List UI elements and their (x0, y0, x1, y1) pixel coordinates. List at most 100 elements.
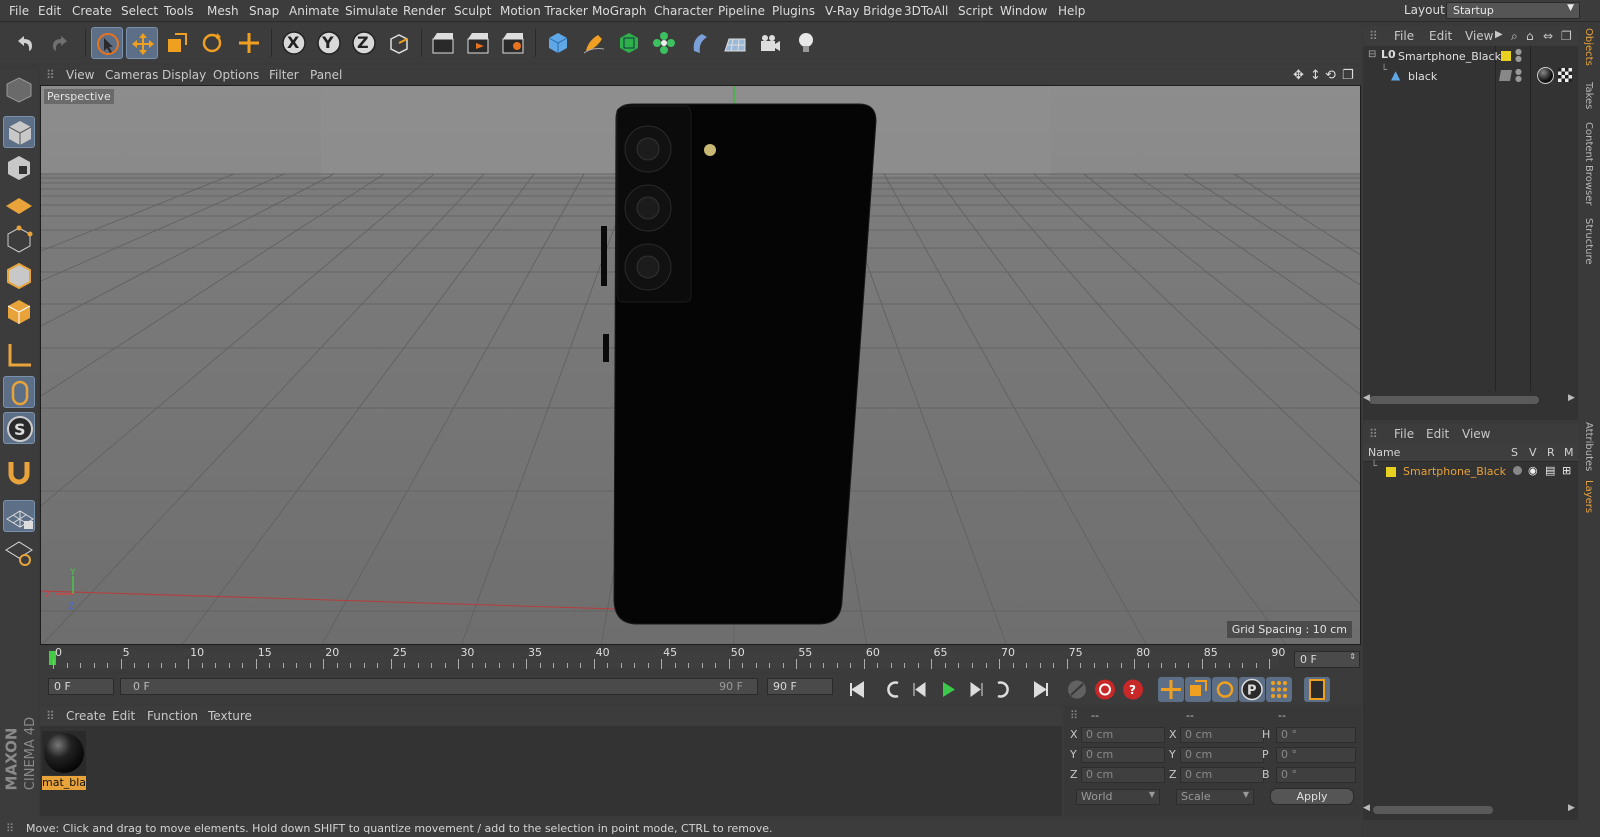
object-menu-view[interactable]: View (1465, 29, 1493, 43)
coord-mode-select[interactable]: Scale ▼ (1176, 789, 1254, 805)
snap-button[interactable]: S (3, 412, 35, 444)
viewport-menu-options[interactable]: Options (213, 68, 259, 82)
object-menu-edit[interactable]: Edit (1429, 29, 1452, 43)
menu-snap[interactable]: Snap (249, 4, 279, 18)
recent-tool-button[interactable] (233, 27, 265, 59)
layer-hscrollbar[interactable] (1373, 806, 1493, 814)
coordinate-system-button[interactable] (383, 27, 415, 59)
cloner-button[interactable] (648, 27, 680, 59)
menu-motion-tracker[interactable]: Motion Tracker (500, 4, 588, 18)
next-key-button[interactable] (990, 677, 1016, 702)
menu-edit[interactable]: Edit (38, 4, 61, 18)
menu-file[interactable]: File (9, 4, 29, 18)
rot-p-field[interactable]: 0 ° (1276, 747, 1356, 763)
deformer-button[interactable] (684, 27, 716, 59)
eye-icon[interactable]: ◉ (1528, 464, 1538, 477)
size-z-field[interactable]: 0 cm (1180, 767, 1264, 783)
viewport-move-icon[interactable]: ✥ (1293, 68, 1304, 83)
menu-simulate[interactable]: Simulate (345, 4, 398, 18)
smartphone-model[interactable] (601, 103, 877, 625)
visibility-dots-icon[interactable]: ● ● (1515, 68, 1522, 83)
undo-button[interactable] (8, 27, 40, 59)
key-pla-button[interactable] (1266, 677, 1292, 702)
next-frame-button[interactable] (962, 677, 988, 702)
pen-spline-button[interactable] (578, 27, 610, 59)
col-manager[interactable]: M (1564, 446, 1574, 459)
panel-grip-icon[interactable]: ⠿ (1070, 709, 1078, 722)
col-solo[interactable]: S (1511, 446, 1518, 459)
scroll-left-icon[interactable]: ◀ (1363, 803, 1370, 813)
3d-viewport[interactable]: Y X Z Perspective Grid Spacing : 10 cm (40, 85, 1361, 645)
render-picture-viewer-button[interactable] (462, 27, 494, 59)
menu-help[interactable]: Help (1058, 4, 1085, 18)
menu-window[interactable]: Window (1000, 4, 1047, 18)
tab-objects[interactable]: Objects (1583, 28, 1594, 66)
viewport-rotate-icon[interactable]: ⟲ (1325, 68, 1336, 83)
object-row-smartphone[interactable]: ⊟ L0 Smartphone_Black ● ● (1363, 48, 1578, 66)
subdivision-button[interactable] (613, 27, 645, 59)
layer-color-swatch[interactable] (1386, 467, 1396, 477)
menu-plugins[interactable]: Plugins (772, 4, 815, 18)
tweak-mode-button[interactable] (3, 376, 35, 408)
rot-h-field[interactable]: 0 ° (1276, 727, 1356, 743)
workplane-lock-button[interactable] (3, 500, 35, 532)
pos-y-field[interactable]: 0 cm (1081, 747, 1165, 763)
redo-button[interactable] (45, 27, 77, 59)
camera-label[interactable]: Perspective (44, 89, 114, 104)
timeline-window-button[interactable] (1304, 677, 1330, 702)
viewport-menu-filter[interactable]: Filter (269, 68, 299, 82)
phong-tag-icon[interactable] (1499, 70, 1512, 81)
end-frame-field[interactable]: 90 F (767, 678, 833, 695)
menu-pipeline[interactable]: Pipeline (718, 4, 765, 18)
rotate-tool-button[interactable] (196, 27, 228, 59)
workplane-rotate-button[interactable] (3, 536, 35, 568)
layout-select[interactable]: Startup ▼ (1446, 2, 1580, 19)
layer-menu-file[interactable]: File (1394, 427, 1414, 441)
record-button[interactable] (1092, 677, 1118, 702)
home-icon[interactable]: ⌂ (1526, 29, 1534, 43)
cube-button[interactable] (542, 27, 574, 59)
back-forward-icon[interactable]: ⇔ (1543, 29, 1553, 43)
z-axis-lock-button[interactable]: Z (348, 27, 380, 59)
object-row-black[interactable]: └ ▲ black ● ● (1363, 65, 1578, 86)
menu-vray-bridge[interactable]: V-Ray Bridge (825, 4, 902, 18)
viewport-maximize-icon[interactable]: ❐ (1342, 68, 1354, 83)
material-menu-function[interactable]: Function (147, 709, 198, 723)
points-mode-button[interactable] (3, 224, 35, 256)
solo-toggle-icon[interactable] (1513, 466, 1522, 475)
pos-z-field[interactable]: 0 cm (1081, 767, 1165, 783)
coord-space-select[interactable]: World ▼ (1076, 789, 1160, 805)
visibility-dots-icon[interactable]: ● ● (1515, 48, 1522, 63)
tab-attributes[interactable]: Attributes (1583, 422, 1594, 471)
workplane-mode-button[interactable] (3, 188, 35, 220)
menu-select[interactable]: Select (121, 4, 158, 18)
start-frame-field[interactable]: 0 F (48, 678, 114, 695)
pos-x-field[interactable]: 0 cm (1081, 727, 1165, 743)
tab-takes[interactable]: Takes (1583, 82, 1594, 109)
play-button[interactable] (935, 677, 961, 702)
panel-grip-icon[interactable]: ⠿ (1369, 29, 1378, 43)
layer-menu-view[interactable]: View (1462, 427, 1490, 441)
render-view-button[interactable] (427, 27, 459, 59)
viewport-zoom-icon[interactable]: ↕ (1310, 68, 1321, 83)
key-scale-button[interactable] (1185, 677, 1211, 702)
menu-tools[interactable]: Tools (164, 4, 194, 18)
menu-script[interactable]: Script (958, 4, 993, 18)
menu-3dtoall[interactable]: 3DToAll (904, 4, 948, 18)
y-axis-lock-button[interactable]: Y (313, 27, 345, 59)
scroll-right-icon[interactable]: ▶ (1568, 803, 1575, 813)
viewport-menu-display[interactable]: Display (162, 68, 206, 82)
record-off-button[interactable] (1064, 677, 1090, 702)
manager-icon[interactable]: ⊞ (1562, 464, 1571, 477)
light-button[interactable] (790, 27, 822, 59)
autokey-button[interactable]: ? (1120, 677, 1146, 702)
panel-grip-icon[interactable]: ⠿ (1369, 427, 1378, 441)
size-x-field[interactable]: 0 cm (1180, 727, 1264, 743)
viewport-menu-cameras[interactable]: Cameras (105, 68, 158, 82)
floor-button[interactable] (719, 27, 751, 59)
render-settings-button[interactable] (497, 27, 529, 59)
make-editable-button[interactable] (3, 74, 35, 106)
key-parameter-button[interactable]: P (1239, 677, 1265, 702)
go-to-end-button[interactable] (1028, 677, 1054, 702)
object-hscrollbar[interactable] (1369, 396, 1539, 404)
